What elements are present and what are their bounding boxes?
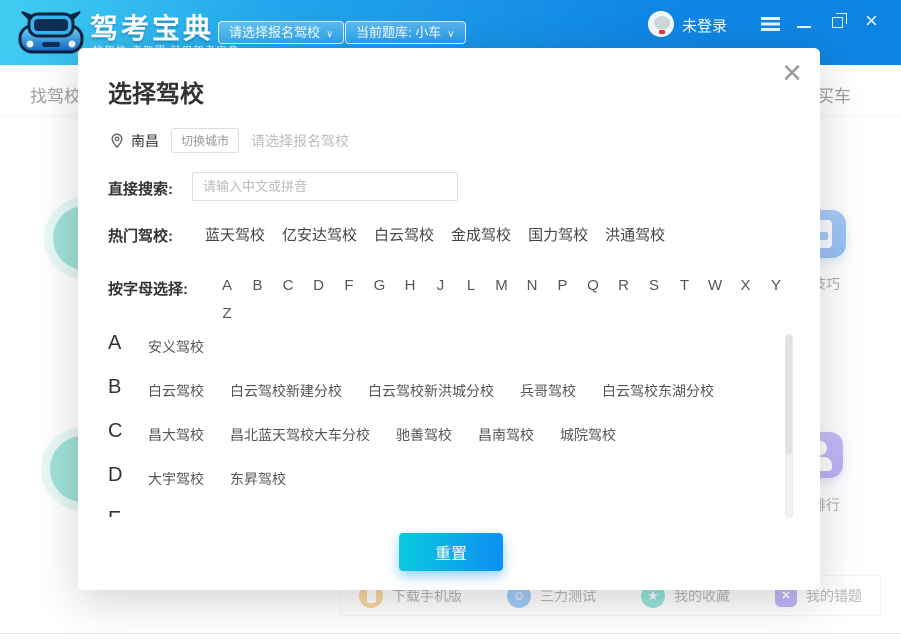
school-link[interactable]: 白云驾校新建分校 xyxy=(230,381,342,400)
school-link[interactable]: 大宇驾校 xyxy=(148,469,204,488)
letter-item[interactable]: Q xyxy=(586,277,600,294)
letter-filter-list: ABCDFGHJLMNPQRSTWXY Z xyxy=(220,277,808,322)
school-group-row: B白云驾校 白云驾校新建分校 白云驾校新洪城分校 兵哥驾校 白云驾校东湖分校 xyxy=(108,376,798,400)
location-pin-icon xyxy=(110,133,124,149)
school-link[interactable]: 昌南驾校 xyxy=(478,425,534,444)
list-scrollbar[interactable] xyxy=(785,334,793,518)
app-logo-car-icon xyxy=(16,4,86,60)
hot-schools-label: 热门驾校: xyxy=(108,225,173,246)
group-letter: A xyxy=(108,332,148,356)
hot-school-link[interactable]: 国力驾校 xyxy=(528,224,588,245)
group-schools: 安义驾校 xyxy=(148,332,204,356)
login-status[interactable]: 未登录 xyxy=(682,15,727,36)
hot-school-link[interactable]: 金成驾校 xyxy=(451,224,511,245)
hot-schools-list: 蓝天驾校亿安达驾校白云驾校金成驾校国力驾校洪通驾校 xyxy=(205,224,665,245)
switch-city-button[interactable]: 切换城市 xyxy=(171,128,239,153)
letter-item[interactable]: X xyxy=(739,277,753,294)
letter-item[interactable]: Y xyxy=(769,277,783,294)
letter-item[interactable]: W xyxy=(708,277,722,294)
school-link[interactable]: 昌北蓝天驾校大车分校 xyxy=(230,425,370,444)
modal-close-icon[interactable]: × xyxy=(782,56,802,90)
school-group-row: C昌大驾校 昌北蓝天驾校大车分校 驰善驾校 昌南驾校 城院驾校 xyxy=(108,420,798,444)
selected-school-hint: 请选择报名驾校 xyxy=(251,131,349,151)
letter-item[interactable]: H xyxy=(403,277,417,294)
hot-school-link[interactable]: 亿安达驾校 xyxy=(282,224,357,245)
letter-item[interactable]: G xyxy=(373,277,387,294)
letter-item[interactable]: D xyxy=(312,277,326,294)
group-schools: 白云驾校 白云驾校新建分校 白云驾校新洪城分校 兵哥驾校 白云驾校东湖分校 xyxy=(148,376,714,400)
school-search-input[interactable] xyxy=(192,172,458,201)
letter-item[interactable]: A xyxy=(220,277,234,294)
school-group-row: A安义驾校 xyxy=(108,332,798,356)
maximize-icon[interactable] xyxy=(832,17,843,28)
letter-item[interactable]: R xyxy=(617,277,631,294)
group-letter: C xyxy=(108,420,148,444)
group-letter: B xyxy=(108,376,148,400)
school-link[interactable]: 驰善驾校 xyxy=(396,425,452,444)
school-link[interactable]: 白云驾校 xyxy=(148,381,204,400)
minimize-icon[interactable] xyxy=(797,26,811,28)
letter-item[interactable]: P xyxy=(556,277,570,294)
school-link[interactable]: 城院驾校 xyxy=(560,425,616,444)
school-link[interactable]: 昌大驾校 xyxy=(148,425,204,444)
location-row: 南昌 切换城市 请选择报名驾校 xyxy=(110,128,349,153)
hot-school-link[interactable]: 白云驾校 xyxy=(374,224,434,245)
hot-school-link[interactable]: 蓝天驾校 xyxy=(205,224,265,245)
school-group-row: D大宇驾校 东昇驾校 xyxy=(108,464,798,488)
chevron-down-icon: ∨ xyxy=(326,29,333,40)
hot-school-link[interactable]: 洪通驾校 xyxy=(605,224,665,245)
school-group-list: A安义驾校 B白云驾校 白云驾校新建分校 白云驾校新洪城分校 兵哥驾校 白云驾校东湖分校 C… xyxy=(108,332,798,517)
group-schools: 昌大驾校 昌北蓝天驾校大车分校 驰善驾校 昌南驾校 城院驾校 xyxy=(148,420,616,444)
modal-title: 选择驾校 xyxy=(108,74,204,109)
letter-item[interactable]: C xyxy=(281,277,295,294)
school-link[interactable]: 兵哥驾校 xyxy=(520,381,576,400)
reset-button[interactable]: 重置 xyxy=(399,533,503,571)
group-letter: D xyxy=(108,464,148,488)
group-schools: 大宇驾校 东昇驾校 xyxy=(148,464,286,488)
group-letter: E xyxy=(108,508,148,517)
letter-item[interactable]: B xyxy=(251,277,265,294)
avatar-tie xyxy=(659,30,665,34)
current-city: 南昌 xyxy=(131,131,159,151)
question-bank-dropdown[interactable]: 当前题库: 小车∨ xyxy=(345,21,466,44)
avatar-face xyxy=(654,16,670,29)
user-avatar[interactable] xyxy=(648,11,674,37)
enroll-school-dropdown[interactable]: 请选择报名驾校∨ xyxy=(218,21,344,44)
letter-item[interactable]: N xyxy=(525,277,539,294)
letter-filter-label: 按字母选择: xyxy=(108,278,188,299)
letter-item[interactable]: F xyxy=(342,277,356,294)
letter-item[interactable]: S xyxy=(647,277,661,294)
window-close-icon[interactable]: × xyxy=(865,10,878,32)
group-schools xyxy=(148,508,722,517)
search-label: 直接搜索: xyxy=(108,178,173,199)
school-group-row: E xyxy=(108,508,798,517)
letter-item[interactable]: M xyxy=(495,277,509,294)
school-link[interactable]: 东昇驾校 xyxy=(230,469,286,488)
school-link[interactable]: 白云驾校新洪城分校 xyxy=(368,381,494,400)
school-link[interactable]: 白云驾校东湖分校 xyxy=(602,381,714,400)
school-link[interactable]: 安义驾校 xyxy=(148,337,204,356)
scrollbar-thumb[interactable] xyxy=(786,335,792,455)
app-title: 驾考宝典 xyxy=(90,7,214,47)
letter-item[interactable]: Z xyxy=(220,305,234,322)
menu-icon[interactable] xyxy=(761,17,780,20)
chevron-down-icon: ∨ xyxy=(447,29,454,40)
letter-item[interactable]: J xyxy=(434,277,448,294)
select-school-modal: × 选择驾校 南昌 切换城市 请选择报名驾校 直接搜索: 热门驾校: 蓝天驾校亿… xyxy=(78,48,820,590)
letter-item[interactable]: L xyxy=(464,277,478,294)
letter-item[interactable]: T xyxy=(678,277,692,294)
